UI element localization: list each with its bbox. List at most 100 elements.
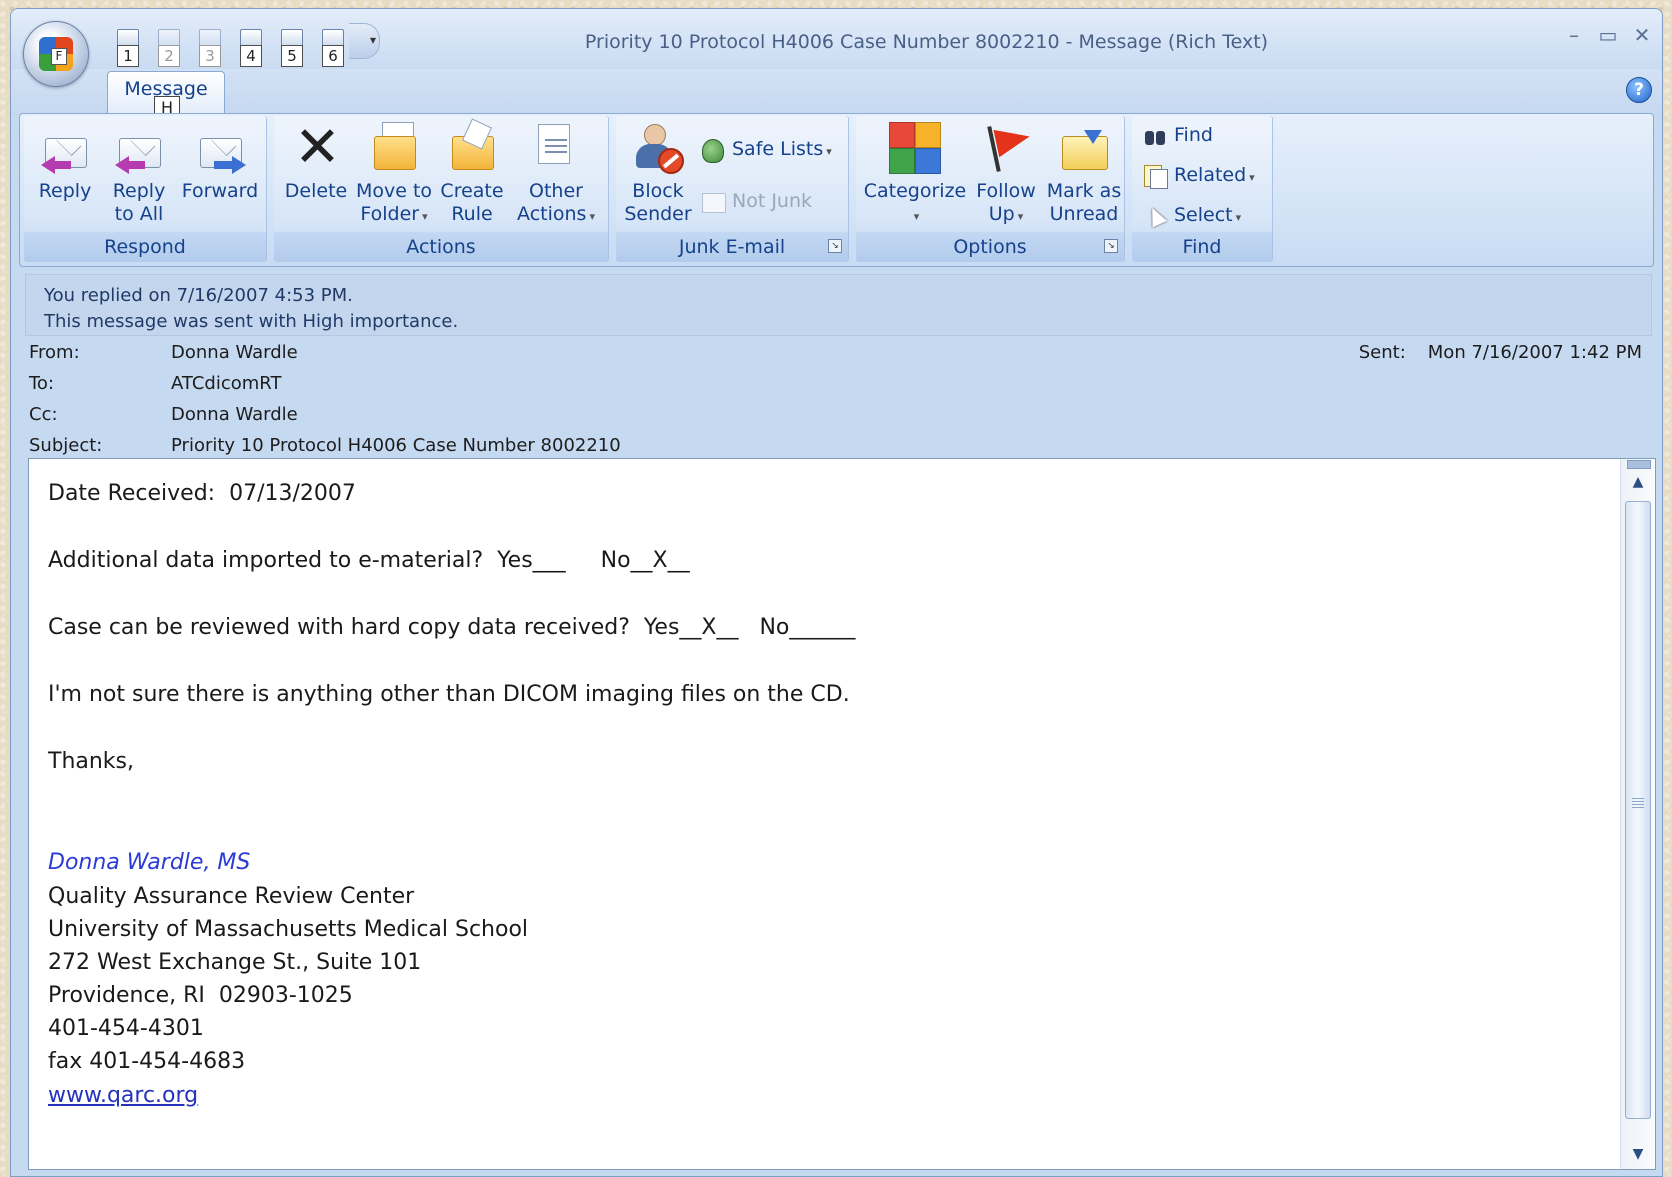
delete-button[interactable]: ✕ Delete [284,115,348,203]
scroll-down-arrow-icon[interactable]: ▼ [1621,1141,1655,1167]
chevron-down-icon: ▾ [589,210,595,223]
signature-fax: fax 401-454-4683 [48,1049,246,1074]
reply-all-label-1: Reply [112,180,166,202]
signature-website-link[interactable]: www.qarc.org [48,1083,198,1108]
respond-group: Reply Reply to All Forward Respond [24,116,267,262]
move-to-folder-button[interactable]: Move to Folder ▾ [354,122,434,228]
reply-all-button[interactable]: Reply to All [108,122,170,226]
mark-as-unread-button[interactable]: Mark as Unread [1046,122,1122,226]
safe-lists-button[interactable]: Safe Lists ▾ [700,138,832,163]
signature-address-1: 272 West Exchange St., Suite 101 [48,950,422,975]
options-dialog-launcher[interactable]: ↘ [1104,239,1118,253]
mark-unread-envelope-icon [1058,122,1110,174]
create-rule-label-2: Rule [451,203,493,225]
mark-as-unread-label-2: Unread [1049,203,1119,225]
close-button[interactable]: ✕ [1628,21,1656,49]
block-sender-icon [632,122,684,174]
cc-label: Cc: [29,404,58,425]
signature-org: Quality Assurance Review Center [48,884,415,909]
tab-message[interactable]: Message H [107,71,225,120]
to-value[interactable]: ATCdicomRT [171,369,282,399]
from-value[interactable]: Donna Wardle [171,338,298,368]
ribbon-tab-row: Message H ? [11,69,1662,120]
message-body[interactable]: Date Received: 07/13/2007 Additional dat… [28,458,1656,1170]
block-sender-button[interactable]: Block Sender [622,122,694,226]
sent-label: Sent: [1358,342,1406,363]
related-messages-icon [1142,164,1168,189]
signature-phone: 401-454-4301 [48,1016,204,1041]
ribbon: Reply Reply to All Forward Respond ✕ Del… [19,113,1654,267]
cursor-arrow-icon [1142,203,1168,228]
follow-up-label-2: Up [988,203,1015,225]
other-actions-button[interactable]: Other Actions ▾ [512,122,600,228]
reply-button[interactable]: Reply [34,122,96,203]
binoculars-icon [1142,125,1168,147]
junk-email-dialog-launcher[interactable]: ↘ [828,239,842,253]
from-label: From: [29,342,80,363]
forward-button[interactable]: Forward [180,122,260,203]
office-button[interactable]: F [23,21,89,87]
keytip-f: F [51,48,67,65]
body-line-dicom: I'm not sure there is anything other tha… [48,682,850,707]
mark-as-unread-label-1: Mark as [1046,180,1122,202]
other-actions-icon [530,122,582,174]
junk-email-group: Block Sender Safe Lists ▾ Not Junk Junk E… [616,116,849,262]
follow-up-label-1: Follow [976,180,1036,202]
find-group-label: Find [1132,232,1272,262]
find-button[interactable]: Find [1142,124,1213,147]
block-sender-label-2: Sender [624,203,692,225]
other-actions-label-2: Actions [517,203,587,225]
maximize-button[interactable]: ▭ [1594,21,1622,49]
signature-address-2: Providence, RI 02903-1025 [48,983,353,1008]
cc-value[interactable]: Donna Wardle [171,400,298,430]
chevron-down-icon: ▾ [422,210,428,223]
info-bar[interactable]: You replied on 7/16/2007 4:53 PM. This m… [25,274,1652,336]
block-sender-label-1: Block [632,180,684,202]
body-line-hard-copy: Case can be reviewed with hard copy data… [48,615,856,640]
chevron-down-icon: ▾ [1017,210,1024,223]
signature-school: University of Massachusetts Medical Scho… [48,917,529,942]
not-junk-button[interactable]: Not Junk [700,190,812,213]
create-rule-button[interactable]: Create Rule [440,118,504,226]
safe-lists-label: Safe Lists [732,138,824,160]
split-box[interactable] [1627,460,1651,469]
related-button[interactable]: Related ▾ [1142,164,1255,189]
select-button[interactable]: Select ▾ [1142,203,1242,228]
reply-all-label-2: to All [114,203,164,225]
subject-row: Subject: Priority 10 Protocol H4006 Case… [29,431,1642,461]
create-rule-label-1: Create [440,180,504,202]
chevron-down-icon: ▾ [1235,211,1242,224]
reply-label: Reply [38,180,92,202]
reply-all-icon [113,122,165,174]
move-label-1: Move to [355,180,433,202]
move-label-2: Folder [360,203,420,225]
categorize-icon [889,122,941,174]
follow-up-button[interactable]: Follow Up ▾ [970,122,1042,228]
window-title: Priority 10 Protocol H4006 Case Number 8… [584,31,1269,53]
info-importance: This message was sent with High importan… [44,311,459,332]
cc-row: Cc: Donna Wardle [29,400,1642,430]
delete-label: Delete [284,180,348,202]
chevron-down-icon: ▾ [1249,171,1255,184]
sent-value: Mon 7/16/2007 1:42 PM [1427,342,1642,363]
scroll-thumb[interactable] [1625,501,1651,1119]
chevron-down-icon: ▾ [913,210,920,223]
help-icon[interactable]: ? [1626,77,1652,103]
categorize-button[interactable]: Categorize ▾ [862,122,968,228]
minimize-button[interactable]: – [1560,21,1588,49]
vertical-scrollbar[interactable]: ▲ ▼ [1620,459,1655,1169]
body-line-additional-data: Additional data imported to e-material? … [48,548,690,573]
safe-lists-icon [700,138,726,163]
window-controls: – ▭ ✕ [1560,21,1656,49]
to-label: To: [29,373,55,394]
delete-icon: ✕ [294,115,341,180]
body-line-thanks: Thanks, [48,749,135,774]
scroll-up-arrow-icon[interactable]: ▲ [1621,469,1655,495]
options-group-label: Options [856,232,1124,262]
subject-value: Priority 10 Protocol H4006 Case Number 8… [171,435,621,456]
actions-group: ✕ Delete Move to Folder ▾ Create Rule Oth… [274,116,609,262]
related-label: Related [1174,164,1247,186]
chevron-down-icon: ▾ [826,145,832,158]
info-replied: You replied on 7/16/2007 4:53 PM. [44,285,353,306]
follow-up-flag-icon [980,122,1033,174]
